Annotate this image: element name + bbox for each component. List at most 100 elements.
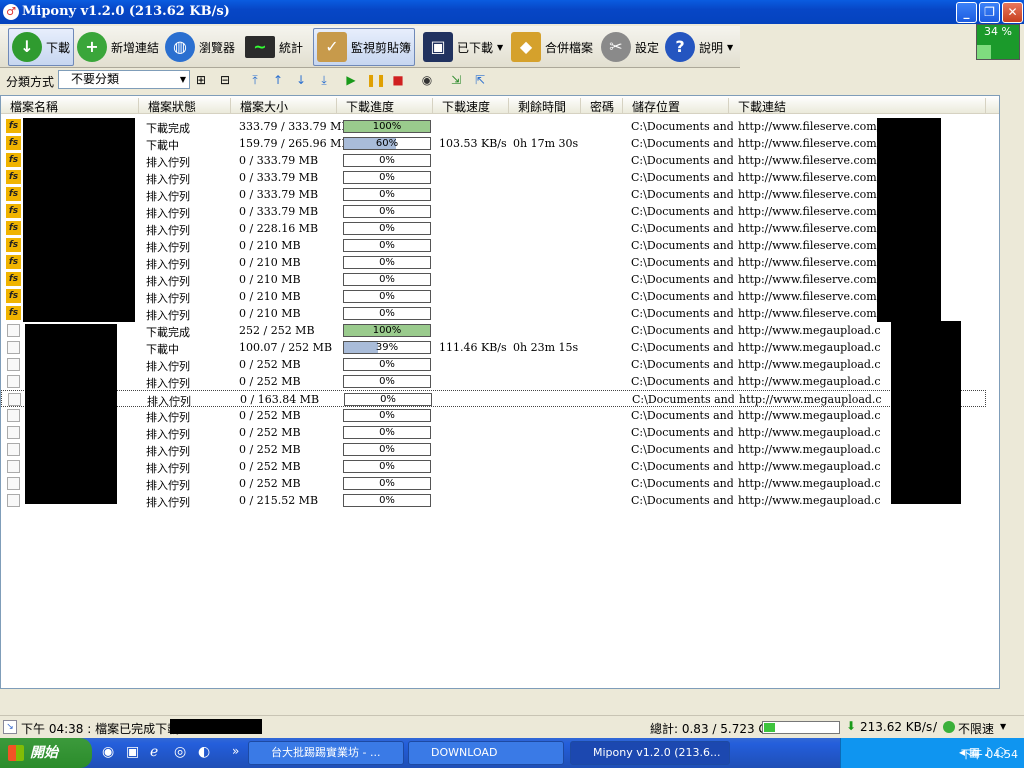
sort-select[interactable]: 不要分類 ▼ xyxy=(58,70,190,89)
progress-bar: 0% xyxy=(343,307,431,320)
firefox-icon[interactable]: ◉ xyxy=(102,744,114,760)
redacted-links-megaupload xyxy=(891,321,961,504)
task-ptt[interactable]: 台大批踢踢實業坊 - ... xyxy=(248,741,404,765)
download-button[interactable]: ↓ 下載 xyxy=(8,28,75,66)
stats-button[interactable]: ~ 統計 xyxy=(242,28,306,66)
speed-limit[interactable]: 不限速 xyxy=(958,720,994,737)
quicklaunch-icon[interactable]: ◐ xyxy=(198,744,210,760)
table-row[interactable]: 下載中 100.07 / 252 MB 111.46 KB/s 0h 23m 15s C… xyxy=(1,339,999,356)
system-tray: ◂ ▦ ♪ ⬡ 下午 04:54 xyxy=(840,738,1024,768)
table-row[interactable]: fs 排入佇列 0 / 210 MB C:\Documents and... http:… xyxy=(1,288,999,305)
export-icon[interactable]: ⇱ xyxy=(471,71,489,89)
location-cell: C:\Documents and... xyxy=(631,358,733,371)
link-cell: http://www.megaupload.com/?d= xyxy=(739,393,881,406)
redacted-status-filename xyxy=(170,719,262,734)
table-row[interactable]: fs 排入佇列 0 / 228.16 MB C:\Documents and... ht… xyxy=(1,220,999,237)
link-cell: http://www.megaupload.com/?d= xyxy=(738,341,880,354)
table-row[interactable]: 排入佇列 0 / 252 MB C:\Documents and... http://… xyxy=(1,441,999,458)
table-row[interactable]: 排入佇列 0 / 252 MB C:\Documents and... http://… xyxy=(1,356,999,373)
start-button[interactable]: 開始 xyxy=(0,738,92,768)
move-down-icon[interactable]: ↓ xyxy=(292,71,310,89)
size-cell: 100.07 / 252 MB xyxy=(239,341,333,354)
clock[interactable]: 下午 04:54 xyxy=(961,746,1018,762)
table-row[interactable]: fs 下載完成 333.79 / 333.79 MB C:\Documents and… xyxy=(1,118,999,135)
location-cell: C:\Documents and... xyxy=(631,375,733,388)
status-cell: 排入佇列 xyxy=(146,156,190,169)
expand-quicklaunch-icon[interactable]: » xyxy=(232,744,239,758)
status-cell: 排入佇列 xyxy=(146,462,190,475)
download-arrow-icon: ⬇ xyxy=(846,719,857,733)
table-row[interactable]: 排入佇列 0 / 252 MB C:\Documents and... http://… xyxy=(1,424,999,441)
move-up-icon[interactable]: ↑ xyxy=(269,71,287,89)
table-row[interactable]: fs 排入佇列 0 / 333.79 MB C:\Documents and... ht… xyxy=(1,169,999,186)
play-icon[interactable]: ▶ xyxy=(342,71,360,89)
collapse-all-icon[interactable]: ⊟ xyxy=(216,71,234,89)
speed-meter: 34 % xyxy=(976,24,1020,60)
column-header-status[interactable]: 檔案狀態 xyxy=(139,98,231,114)
table-row[interactable]: fs 排入佇列 0 / 210 MB C:\Documents and... http:… xyxy=(1,237,999,254)
add-link-button[interactable]: + 新增連結 xyxy=(74,28,162,66)
link-cell: http://www.fileserve.com/file/c xyxy=(738,171,880,184)
column-header-speed[interactable]: 下載速度 xyxy=(433,98,509,114)
column-header-password[interactable]: 密碼 xyxy=(581,98,623,114)
column-header-name[interactable]: 檔案名稱 xyxy=(1,98,139,114)
table-row[interactable]: fs 排入佇列 0 / 210 MB C:\Documents and... http:… xyxy=(1,254,999,271)
media-icon[interactable]: ◎ xyxy=(174,744,186,760)
move-bottom-icon[interactable]: ⤓ xyxy=(315,71,333,89)
speed-limit-icon xyxy=(943,721,955,733)
sub-toolbar: 分類方式 不要分類 ▼ ⊞ ⊟ ⤒ ↑ ↓ ⤓ ▶ ❚❚ ■ ◉ ⇲ ⇱ xyxy=(0,68,1000,92)
table-row[interactable]: fs 排入佇列 0 / 333.79 MB C:\Documents and... ht… xyxy=(1,203,999,220)
size-cell: 0 / 215.52 MB xyxy=(239,494,319,507)
table-row[interactable]: fs 排入佇列 0 / 333.79 MB C:\Documents and... ht… xyxy=(1,186,999,203)
move-top-icon[interactable]: ⤒ xyxy=(246,71,264,89)
ie-icon[interactable]: ℯ xyxy=(150,744,158,760)
table-row[interactable]: fs 排入佇列 0 / 333.79 MB C:\Documents and... ht… xyxy=(1,152,999,169)
table-row[interactable]: 排入佇列 0 / 252 MB C:\Documents and... http://… xyxy=(1,458,999,475)
chevron-down-icon[interactable]: ▼ xyxy=(1000,722,1006,731)
progress-bar: 0% xyxy=(344,393,432,406)
column-header-progress[interactable]: 下載進度 xyxy=(337,98,433,114)
app-icon[interactable]: ♂ xyxy=(3,4,19,20)
progress-label: 0% xyxy=(379,359,395,370)
column-header-size[interactable]: 檔案大小 xyxy=(231,98,337,114)
record-icon[interactable]: ◉ xyxy=(418,71,436,89)
browser-button[interactable]: ◍ 瀏覽器 xyxy=(162,28,238,66)
downloaded-label: 已下載 xyxy=(457,40,494,55)
window-title: Mipony v1.2.0 (213.62 KB/s) xyxy=(22,4,230,19)
help-icon: ? xyxy=(665,32,695,62)
progress-label: 60% xyxy=(375,138,399,149)
table-row[interactable]: 排入佇列 0 / 252 MB C:\Documents and... http://… xyxy=(1,407,999,424)
table-row[interactable]: 排入佇列 0 / 163.84 MB C:\Documents and... http… xyxy=(1,390,986,408)
downloaded-button[interactable]: ▣ 已下載 ▼ xyxy=(420,28,506,66)
help-button[interactable]: ? 說明 ▼ xyxy=(662,28,736,66)
monitor-clipboard-button[interactable]: ✓ 監視剪貼簿 xyxy=(313,28,416,66)
close-button[interactable]: ✕ xyxy=(1002,2,1023,23)
minimize-button[interactable]: _ xyxy=(956,2,977,23)
column-header-link[interactable]: 下載連結 xyxy=(729,98,986,114)
file-icon xyxy=(7,341,20,354)
stop-icon[interactable]: ■ xyxy=(389,71,407,89)
redacted-filenames-fileserve xyxy=(23,118,135,322)
import-icon[interactable]: ⇲ xyxy=(447,71,465,89)
download-list[interactable]: 檔案名稱 檔案狀態 檔案大小 下載進度 下載速度 剩餘時間 密碼 儲存位置 下載… xyxy=(0,95,1000,689)
column-header-remaining[interactable]: 剩餘時間 xyxy=(509,98,581,114)
merge-files-button[interactable]: ◆ 合併檔案 xyxy=(508,28,596,66)
task-download-folder[interactable]: DOWNLOAD xyxy=(408,741,564,765)
progress-label: 100% xyxy=(372,121,402,132)
table-row[interactable]: fs 排入佇列 0 / 210 MB C:\Documents and... http:… xyxy=(1,271,999,288)
table-row[interactable]: 排入佇列 0 / 252 MB C:\Documents and... http://… xyxy=(1,475,999,492)
table-row[interactable]: fs 下載中 159.79 / 265.96 MB 103.53 KB/s 0h 17m… xyxy=(1,135,999,152)
pause-icon[interactable]: ❚❚ xyxy=(366,71,386,89)
table-row[interactable]: 排入佇列 0 / 215.52 MB C:\Documents and... http… xyxy=(1,492,999,509)
settings-button[interactable]: ✂ 設定 xyxy=(598,28,662,66)
status-cell: 下載中 xyxy=(146,343,179,356)
table-row[interactable]: fs 排入佇列 0 / 210 MB C:\Documents and... http:… xyxy=(1,305,999,322)
merge-icon: ◆ xyxy=(511,32,541,62)
column-header-location[interactable]: 儲存位置 xyxy=(623,98,729,114)
maximize-button[interactable]: ❐ xyxy=(979,2,1000,23)
table-row[interactable]: 下載完成 252 / 252 MB C:\Documents and... http:… xyxy=(1,322,999,339)
table-row[interactable]: 排入佇列 0 / 252 MB C:\Documents and... http://… xyxy=(1,373,999,390)
app-quicklaunch-icon[interactable]: ▣ xyxy=(126,744,139,760)
expand-all-icon[interactable]: ⊞ xyxy=(192,71,210,89)
task-mipony[interactable]: Mipony v1.2.0 (213.6... xyxy=(570,741,730,765)
